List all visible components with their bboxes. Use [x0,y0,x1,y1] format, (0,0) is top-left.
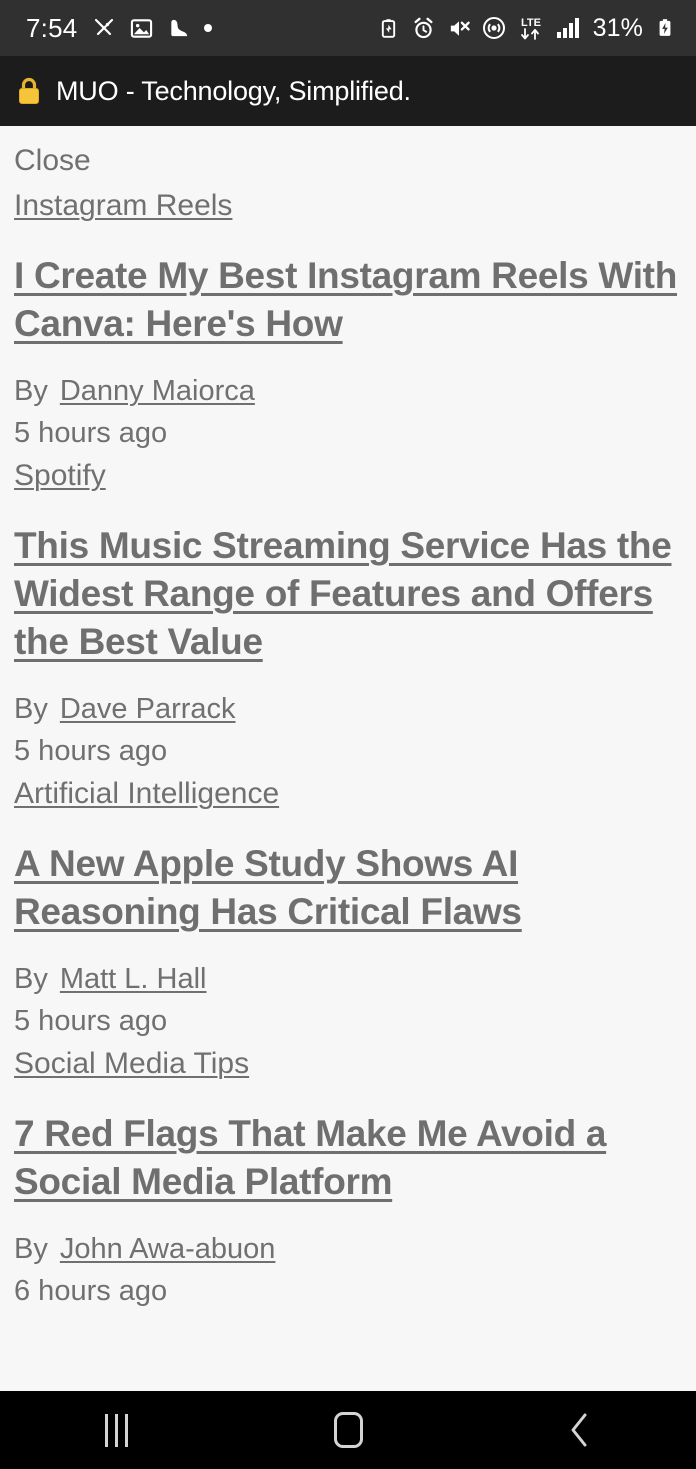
by-word: By [14,693,48,725]
article-byline: By John Awa-abuon [14,1228,682,1270]
article-headline-link[interactable]: I Create My Best Instagram Reels With Ca… [14,252,682,348]
by-word: By [14,1233,48,1265]
article-author-link[interactable]: Matt L. Hall [60,963,207,995]
article-byline: By Dave Parrack [14,688,682,730]
battery-saver-icon [376,15,402,41]
image-gallery-icon [128,15,154,41]
crossed-tools-icon [91,15,117,41]
article-category-link[interactable]: Artificial Intelligence [14,772,279,816]
battery-percent-label: 31% [592,13,643,42]
article-feed[interactable]: Close Instagram Reels I Create My Best I… [0,126,696,1469]
by-word: By [14,963,48,995]
signal-bars-icon [555,15,581,41]
article-author-link[interactable]: Dave Parrack [60,693,236,725]
list-item: Instagram Reels I Create My Best Instagr… [14,184,682,454]
boot-icon [165,15,191,41]
article-category-link[interactable]: Social Media Tips [14,1042,249,1086]
close-label[interactable]: Close [14,140,682,182]
page-title: MUO - Technology, Simplified. [56,75,411,106]
android-navigation-bar [0,1391,696,1469]
status-bar: 7:54 LTE 31% [0,0,696,56]
battery-charging-icon [652,15,678,41]
article-headline-link[interactable]: 7 Red Flags That Make Me Avoid a Social … [14,1110,682,1206]
article-byline: By Danny Maiorca [14,370,682,412]
article-timestamp: 5 hours ago [14,1005,168,1037]
status-bar-left: 7:54 [26,12,213,44]
hotspot-icon [481,15,507,41]
chevron-left-icon [566,1411,594,1449]
phone-screen: 7:54 LTE 31% MUO - Technology, Simplifie… [0,0,696,1469]
by-word: By [14,375,48,407]
article-timestamp: 5 hours ago [14,735,168,767]
dot-indicator-icon [204,24,213,32]
article-author-link[interactable]: John Awa-abuon [60,1233,276,1265]
recent-apps-button[interactable] [56,1391,176,1469]
list-item: Spotify This Music Streaming Service Has… [14,454,682,772]
article-headline-link[interactable]: A New Apple Study Shows AI Reasoning Has… [14,840,682,936]
svg-text:LTE: LTE [521,17,541,29]
volume-mute-icon [446,15,472,41]
article-author-link[interactable]: Danny Maiorca [60,375,255,407]
home-button[interactable] [288,1391,408,1469]
home-icon [333,1412,363,1448]
article-category-link[interactable]: Instagram Reels [14,184,232,228]
back-button[interactable] [520,1391,640,1469]
list-item: Social Media Tips 7 Red Flags That Make … [14,1042,682,1312]
article-headline-link[interactable]: This Music Streaming Service Has the Wid… [14,522,682,666]
alarm-clock-icon [411,15,437,41]
article-timestamp: 6 hours ago [14,1275,168,1307]
status-clock: 7:54 [26,12,78,43]
recent-apps-icon [104,1413,128,1447]
list-item: Artificial Intelligence A New Apple Stud… [14,772,682,1042]
article-category-link[interactable]: Spotify [14,454,106,498]
lte-data-icon: LTE [516,15,546,41]
browser-title-bar: MUO - Technology, Simplified. [0,56,696,126]
status-bar-right: LTE 31% [376,14,678,43]
lock-icon [14,74,44,108]
article-byline: By Matt L. Hall [14,958,682,1000]
article-timestamp: 5 hours ago [14,417,168,449]
